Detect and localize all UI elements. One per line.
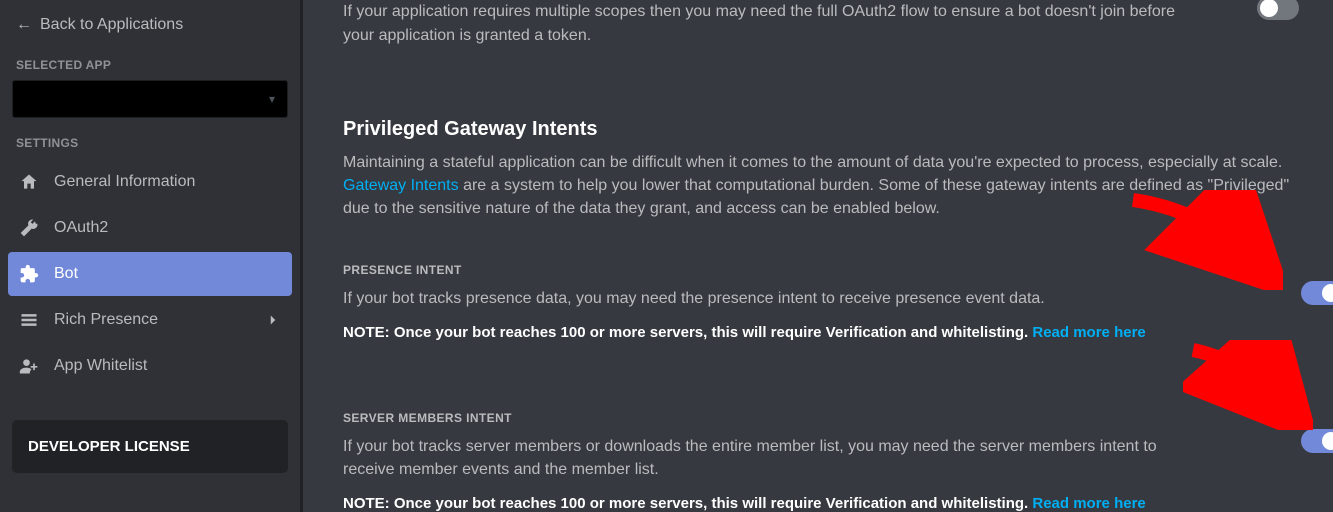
privileged-intents-desc: Maintaining a stateful application can b… [343,151,1293,221]
person-plus-icon [18,355,40,377]
nav-label: General Information [54,173,195,191]
presence-intent-label: PRESENCE INTENT [343,263,1203,277]
content-area: If your application requires multiple sc… [300,0,1333,512]
nav-label: Bot [54,265,78,283]
license-title: DEVELOPER LICENSE [28,438,190,455]
back-label: Back to Applications [40,16,183,34]
list-icon [18,309,40,331]
members-read-more-link[interactable]: Read more here [1032,495,1145,512]
selected-app-dropdown[interactable]: ▾ [12,80,288,118]
nav-label: OAuth2 [54,219,108,237]
selected-app-label: SELECTED APP [0,46,300,78]
settings-nav: General Information OAuth2 Bot Rich Pres… [0,156,300,392]
nav-label: App Whitelist [54,357,147,375]
nav-label: Rich Presence [54,311,158,329]
presence-intent-desc: If your bot tracks presence data, you ma… [343,287,1203,310]
server-members-intent-toggle[interactable] [1301,429,1333,453]
toggle-knob [1322,284,1333,302]
nav-oauth2[interactable]: OAuth2 [8,206,292,250]
arrow-left-icon: ← [16,17,32,33]
nav-bot[interactable]: Bot [8,252,292,296]
home-icon [18,171,40,193]
presence-read-more-link[interactable]: Read more here [1032,324,1145,341]
nav-rich-presence[interactable]: Rich Presence [8,298,292,342]
server-members-intent-label: SERVER MEMBERS INTENT [343,411,1203,425]
presence-intent-toggle[interactable] [1301,281,1333,305]
members-note-text: NOTE: Once your bot reaches 100 or more … [343,495,1032,512]
server-members-intent-desc: If your bot tracks server members or dow… [343,435,1203,481]
puzzle-icon [18,263,40,285]
oauth-scope-note: If your application requires multiple sc… [343,0,1293,48]
presence-intent-block: PRESENCE INTENT If your bot tracks prese… [343,263,1293,341]
settings-label: SETTINGS [0,124,300,156]
developer-license-card: DEVELOPER LICENSE [12,420,288,473]
gateway-intents-link[interactable]: Gateway Intents [343,177,459,194]
back-to-applications-link[interactable]: ← Back to Applications [0,8,300,46]
presence-note-text: NOTE: Once your bot reaches 100 or more … [343,324,1032,341]
server-members-intent-note: NOTE: Once your bot reaches 100 or more … [343,495,1203,512]
intents-desc-text-a: Maintaining a stateful application can b… [343,154,1282,171]
toggle-knob [1260,0,1278,17]
presence-intent-note: NOTE: Once your bot reaches 100 or more … [343,324,1203,341]
privileged-intents-title: Privileged Gateway Intents [343,118,1293,141]
toggle-knob [1322,432,1333,450]
oauth-flow-toggle[interactable] [1257,0,1299,20]
intents-desc-text-b: are a system to help you lower that comp… [343,177,1289,217]
caret-down-icon: ▾ [269,92,275,106]
nav-general-information[interactable]: General Information [8,160,292,204]
sidebar: ← Back to Applications SELECTED APP ▾ SE… [0,0,300,512]
nav-app-whitelist[interactable]: App Whitelist [8,344,292,388]
server-members-intent-block: SERVER MEMBERS INTENT If your bot tracks… [343,411,1293,512]
wrench-icon [18,217,40,239]
chevron-right-icon [264,311,282,329]
